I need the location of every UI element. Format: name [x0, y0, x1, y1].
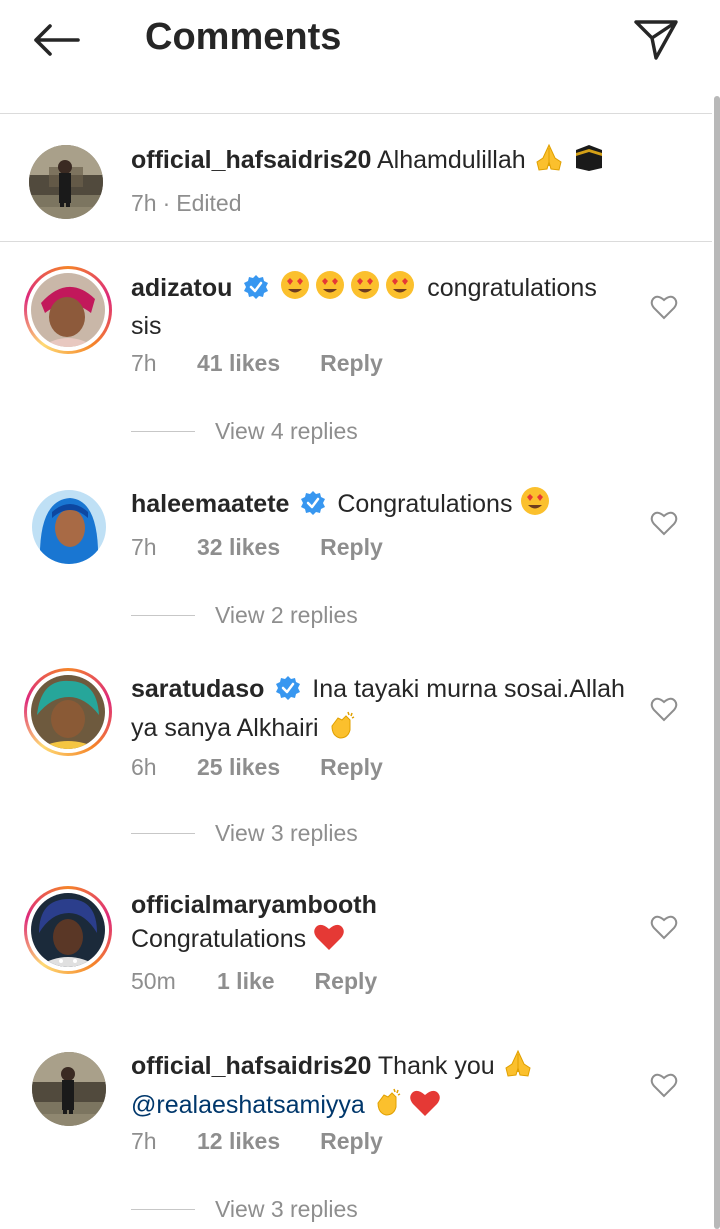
comment-item: haleemaatete Congratulations 7h 32 likes…: [0, 462, 712, 648]
avatar-image: [29, 145, 103, 219]
username[interactable]: officialmaryambooth: [131, 891, 377, 919]
view-replies-label: View 4 replies: [215, 418, 358, 444]
reply-button[interactable]: Reply: [315, 968, 378, 995]
replies-line: [131, 1208, 195, 1211]
username[interactable]: official_hafsaidris20: [131, 146, 371, 174]
comment-text: officialmaryambooth Congratulations: [131, 888, 631, 960]
avatar-image: [31, 893, 105, 967]
avatar[interactable]: [28, 144, 104, 220]
avatar[interactable]: [32, 1052, 106, 1126]
post-time: 7h: [131, 190, 157, 216]
comment-time: 50m: [131, 968, 176, 994]
heart-icon[interactable]: [650, 294, 678, 320]
comment-time: 7h: [131, 350, 157, 376]
username[interactable]: haleemaatete: [131, 490, 289, 518]
likes-count[interactable]: 12 likes: [197, 1128, 280, 1155]
avatar[interactable]: [24, 266, 112, 354]
view-replies-label: View 3 replies: [215, 820, 358, 846]
caption-text: official_hafsaidris20 Alhamdulillah: [131, 142, 671, 181]
comment-meta: 50m 1 like Reply: [131, 968, 377, 995]
comment-time: 7h: [131, 1128, 157, 1154]
comment-text: saratudaso Ina tayaki murna sosai.Allah …: [131, 672, 631, 749]
heart-icon[interactable]: [650, 914, 678, 940]
clapping-hands-emoji: [372, 1087, 402, 1126]
avatar[interactable]: [24, 668, 112, 756]
avatar-image: [32, 1052, 106, 1126]
comment-body: Congratulations: [337, 490, 513, 518]
heart-icon[interactable]: [650, 510, 678, 536]
avatar[interactable]: [24, 886, 112, 974]
replies-line: [131, 614, 195, 617]
page-title: Comments: [145, 16, 342, 58]
view-replies-button[interactable]: View 3 replies: [131, 820, 358, 847]
username[interactable]: adizatou: [131, 274, 232, 302]
red-heart-emoji: [409, 1089, 441, 1126]
comment-body: Thank you: [377, 1052, 495, 1080]
comment-item: officialmaryambooth Congratulations 50m …: [0, 866, 712, 1044]
likes-count[interactable]: 1 like: [217, 968, 275, 995]
heart-icon[interactable]: [650, 696, 678, 722]
username[interactable]: official_hafsaidris20: [131, 1052, 371, 1080]
view-replies-button[interactable]: View 2 replies: [131, 602, 358, 629]
folded-hands-emoji: [502, 1048, 534, 1087]
edited-label: Edited: [176, 190, 242, 216]
likes-count[interactable]: 41 likes: [197, 350, 280, 377]
comment-item: saratudaso Ina tayaki murna sosai.Allah …: [0, 648, 712, 866]
comment-meta: 7h 12 likes Reply: [131, 1128, 383, 1155]
verified-badge-icon: [243, 274, 269, 309]
avatar-image: [31, 273, 105, 347]
separator: ·: [162, 190, 171, 216]
caption-meta: 7h · Edited: [131, 190, 241, 217]
view-replies-label: View 3 replies: [215, 1196, 358, 1222]
reply-button[interactable]: Reply: [320, 534, 383, 561]
arrow-left-icon: [34, 24, 80, 56]
comment-item: official_hafsaidris20 Thank you @realaes…: [0, 1044, 712, 1229]
comment-meta: 7h 32 likes Reply: [131, 534, 383, 561]
heart-icon[interactable]: [650, 1072, 678, 1098]
reply-button[interactable]: Reply: [320, 1128, 383, 1155]
comment-text: official_hafsaidris20 Thank you @realaes…: [131, 1048, 631, 1126]
comment-meta: 6h 25 likes Reply: [131, 754, 383, 781]
paper-plane-icon: [634, 20, 678, 60]
verified-badge-icon: [275, 675, 301, 710]
likes-count[interactable]: 32 likes: [197, 534, 280, 561]
view-replies-button[interactable]: View 3 replies: [131, 1196, 358, 1223]
clapping-hands-emoji: [326, 710, 356, 749]
reply-button[interactable]: Reply: [320, 754, 383, 781]
red-heart-emoji: [313, 923, 345, 960]
avatar-image: [32, 490, 106, 564]
kaaba-emoji: [572, 142, 606, 181]
comment-body: Congratulations: [131, 925, 307, 953]
back-button[interactable]: [30, 20, 82, 60]
avatar-image: [31, 675, 105, 749]
comment-time: 7h: [131, 534, 157, 560]
mention-link[interactable]: @realaeshatsamiyya: [131, 1091, 365, 1119]
replies-line: [131, 430, 195, 433]
comment-text: adizatou congratulations sis: [131, 270, 631, 343]
view-replies-label: View 2 replies: [215, 602, 358, 628]
folded-hands-emoji: [533, 142, 565, 181]
username[interactable]: saratudaso: [131, 675, 264, 703]
heart-eyes-emoji: [280, 270, 420, 309]
comment-text: haleemaatete Congratulations: [131, 486, 631, 525]
caption: Alhamdulillah: [376, 146, 526, 174]
reply-button[interactable]: Reply: [320, 350, 383, 377]
scrollbar[interactable]: [714, 96, 720, 1229]
comment-item: adizatou congratulations sis 7h 41 likes…: [0, 242, 712, 462]
share-button[interactable]: [630, 16, 682, 64]
comment-time: 6h: [131, 754, 157, 780]
likes-count[interactable]: 25 likes: [197, 754, 280, 781]
avatar[interactable]: [32, 490, 106, 564]
verified-badge-icon: [300, 490, 326, 525]
replies-line: [131, 832, 195, 835]
comment-meta: 7h 41 likes Reply: [131, 350, 383, 377]
heart-eyes-emoji: [519, 486, 551, 525]
view-replies-button[interactable]: View 4 replies: [131, 418, 358, 445]
app-header: Comments: [0, 0, 720, 80]
post-caption: official_hafsaidris20 Alhamdulillah 7h ·…: [0, 114, 712, 241]
